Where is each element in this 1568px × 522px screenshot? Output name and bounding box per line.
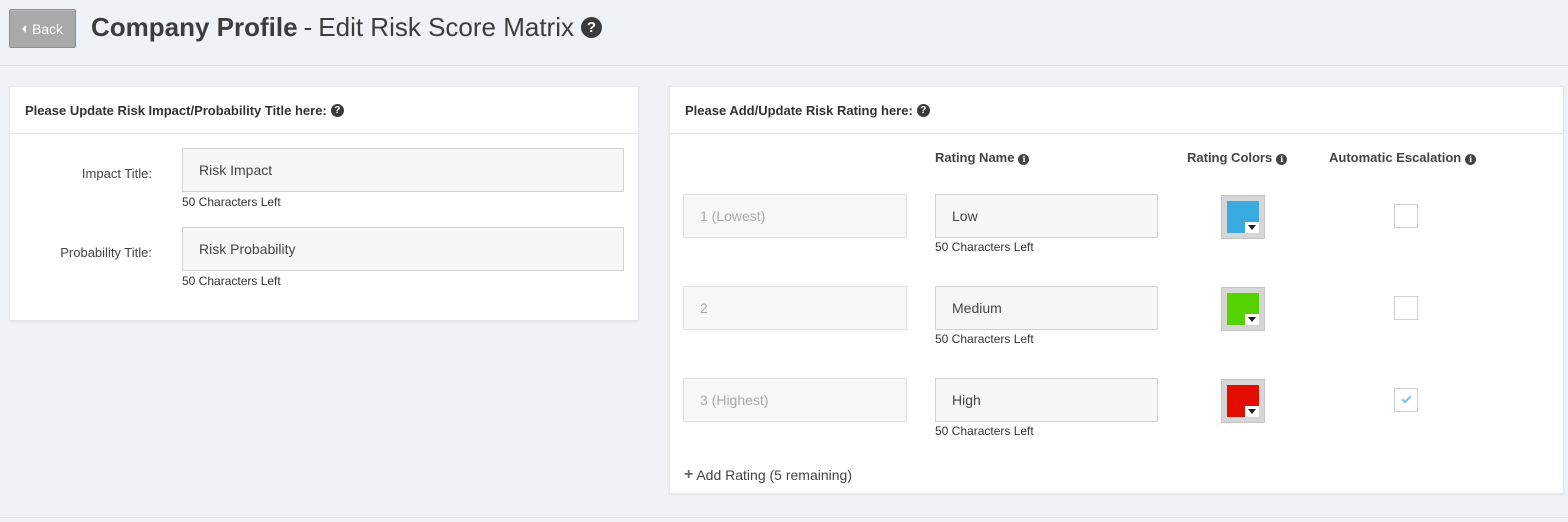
column-header-automatic-escalation: Automatic Escalation i [1329, 150, 1477, 165]
rating-color-picker[interactable] [1221, 287, 1265, 331]
caret-down-icon [1245, 406, 1259, 417]
panel-heading: Please Add/Update Risk Rating here: ? [670, 87, 1563, 134]
add-rating-label: Add Rating (5 remaining) [696, 467, 852, 483]
caret-down-icon [1245, 314, 1259, 325]
rating-name-input[interactable]: Medium [935, 286, 1158, 330]
question-circle-icon[interactable]: ? [916, 103, 930, 117]
rating-color-picker[interactable] [1221, 195, 1265, 239]
plus-icon: + [684, 466, 694, 483]
title-settings-panel: Please Update Risk Impact/Probability Ti… [9, 86, 639, 321]
column-header-rating-colors: Rating Colors i [1187, 150, 1288, 165]
column-header-label: Rating Colors [1187, 150, 1273, 165]
rating-level-field: 1 (Lowest) [683, 194, 907, 238]
impact-title-label: Impact Title: [81, 166, 152, 181]
panel-heading-text: Please Add/Update Risk Rating here: [685, 102, 913, 118]
info-circle-icon[interactable]: i [1276, 153, 1288, 165]
caret-left-icon [21, 24, 26, 33]
question-circle-icon[interactable]: ? [330, 103, 344, 117]
caret-down-icon [1245, 222, 1259, 233]
impact-chars-left: 50 Characters Left [182, 195, 281, 209]
rating-level-field: 2 [683, 286, 907, 330]
question-circle-icon[interactable]: ? [581, 16, 602, 38]
automatic-escalation-checkbox[interactable] [1394, 388, 1418, 412]
add-rating-button[interactable]: + Add Rating (5 remaining) [684, 466, 852, 484]
info-circle-icon[interactable]: i [1465, 153, 1477, 165]
automatic-escalation-checkbox[interactable] [1394, 204, 1418, 228]
automatic-escalation-checkbox[interactable] [1394, 296, 1418, 320]
rating-name-chars-left: 50 Characters Left [935, 332, 1034, 346]
impact-title-input[interactable]: Risk Impact [182, 148, 624, 192]
info-circle-icon[interactable]: i [1018, 153, 1030, 165]
top-bar: Back Company Profile - Edit Risk Score M… [0, 0, 1568, 66]
rating-name-input[interactable]: High [935, 378, 1158, 422]
rating-name-input[interactable]: Low [935, 194, 1158, 238]
back-button[interactable]: Back [9, 9, 76, 48]
check-icon [1401, 393, 1411, 404]
column-header-label: Rating Name [935, 150, 1015, 165]
probability-chars-left: 50 Characters Left [182, 274, 281, 288]
probability-title-input[interactable]: Risk Probability [182, 227, 624, 271]
page-title: Company Profile - Edit Risk Score Matrix… [91, 10, 602, 44]
page-title-rest: Edit Risk Score Matrix [318, 11, 574, 42]
panel-heading-text: Please Update Risk Impact/Probability Ti… [25, 102, 327, 118]
rating-name-chars-left: 50 Characters Left [935, 424, 1034, 438]
column-header-rating-name: Rating Name i [935, 150, 1030, 165]
column-header-label: Automatic Escalation [1329, 150, 1462, 165]
rating-level-field: 3 (Highest) [683, 378, 907, 422]
back-label: Back [31, 20, 64, 37]
page-title-bold: Company Profile [91, 11, 298, 42]
page-title-separator: - [303, 11, 313, 42]
panel-heading: Please Update Risk Impact/Probability Ti… [10, 87, 638, 134]
divider [0, 517, 1568, 518]
rating-name-chars-left: 50 Characters Left [935, 240, 1034, 254]
probability-title-label: Probability Title: [60, 245, 152, 260]
rating-color-picker[interactable] [1221, 379, 1265, 423]
